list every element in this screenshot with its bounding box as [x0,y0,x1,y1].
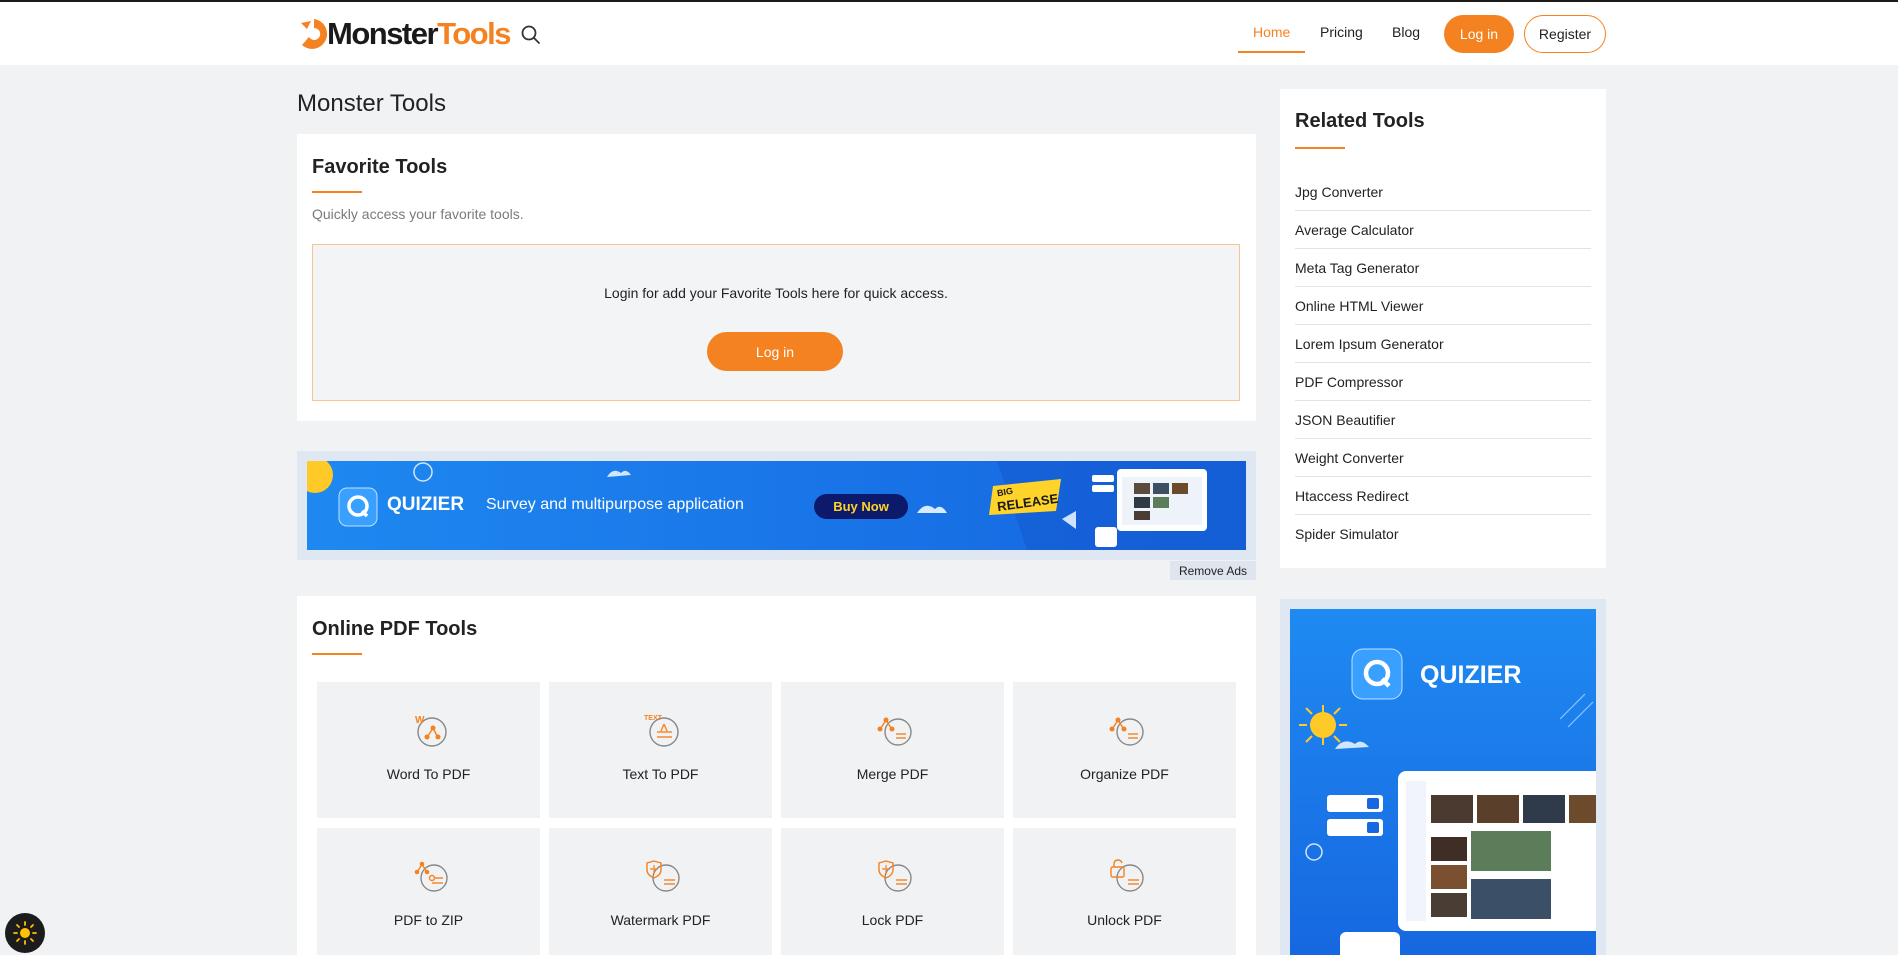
search-icon[interactable] [520,24,542,46]
text-to-pdf-icon: TEXT [644,712,680,748]
tool-label: Merge PDF [856,766,929,782]
tool-label: Text To PDF [622,766,699,782]
nav-home-underline [1238,51,1305,53]
ad-banner-container: QUIZIER Survey and multipurpose applicat… [297,451,1256,560]
tool-tile-watermark-pdf[interactable]: Watermark PDF [549,828,772,955]
logo-text-tools: Tools [437,16,511,51]
favorite-login-button[interactable]: Log in [707,332,843,371]
tool-tile-pdf-to-zip[interactable]: PDF to ZIP [317,828,540,955]
tool-label: Word To PDF [386,766,471,782]
ad-banner[interactable]: QUIZIER Survey and multipurpose applicat… [307,461,1246,550]
pdf-tools-title: Online PDF Tools [312,618,478,640]
organize-pdf-icon [1108,712,1144,748]
related-tool-link[interactable]: Jpg Converter [1295,173,1591,211]
ad-buy-now-button[interactable]: Buy Now [814,499,908,514]
page-title: Monster Tools [297,90,446,117]
tool-tile-merge-pdf[interactable]: Merge PDF [781,682,1004,818]
logo-icon [297,15,331,53]
related-tool-link[interactable]: PDF Compressor [1295,363,1591,401]
related-tool-link[interactable]: Average Calculator [1295,211,1591,249]
nav-pricing[interactable]: Pricing [1320,24,1363,40]
related-tool-link[interactable]: Spider Simulator [1295,515,1591,553]
pdf-to-zip-icon [412,858,448,894]
nav-home[interactable]: Home [1253,24,1290,40]
site-header: MonsterTools Home Pricing Blog Log in Re… [0,2,1898,65]
svg-text:TEXT: TEXT [644,715,663,722]
lock-pdf-icon [876,858,912,894]
word-to-pdf-icon: W [412,712,448,748]
related-tool-link[interactable]: Htaccess Redirect [1295,477,1591,515]
title-underline [1295,147,1345,149]
favorite-tools-empty-box: Login for add your Favorite Tools here f… [312,244,1240,401]
title-underline [312,653,362,655]
favorite-tools-subtitle: Quickly access your favorite tools. [312,206,524,222]
login-button[interactable]: Log in [1444,15,1514,53]
favorite-tools-message: Login for add your Favorite Tools here f… [604,285,948,301]
related-tool-link[interactable]: Lorem Ipsum Generator [1295,325,1591,363]
tool-label: Lock PDF [861,912,924,928]
tool-label: Watermark PDF [610,912,711,928]
tool-tile-text-to-pdf[interactable]: TEXT Text To PDF [549,682,772,818]
related-tools-title: Related Tools [1295,110,1425,132]
title-underline [312,191,362,193]
pdf-tools-card: Online PDF Tools W Word To PDF TEXT Text… [297,596,1256,955]
related-tool-link[interactable]: Online HTML Viewer [1295,287,1591,325]
unlock-pdf-icon [1108,858,1144,894]
related-tool-link[interactable]: JSON Beautifier [1295,401,1591,439]
register-button[interactable]: Register [1524,15,1606,53]
remove-ads-link[interactable]: Remove Ads [1170,561,1256,580]
ad-brand: QUIZIER [387,494,465,515]
svg-text:W: W [415,715,425,726]
tool-tile-unlock-pdf[interactable]: Unlock PDF [1013,828,1236,955]
watermark-pdf-icon [644,858,680,894]
tool-label: PDF to ZIP [393,912,464,928]
tool-label: Unlock PDF [1087,912,1162,928]
side-ad-brand: QUIZIER [1420,661,1522,689]
ad-tagline: Survey and multipurpose application [486,496,744,513]
related-tool-link[interactable]: Meta Tag Generator [1295,249,1591,287]
logo-text-monster: Monster [327,16,439,51]
favorite-tools-title: Favorite Tools [312,156,448,178]
tool-tile-word-to-pdf[interactable]: W Word To PDF [317,682,540,818]
nav-blog[interactable]: Blog [1392,24,1420,40]
theme-toggle-button[interactable] [5,913,45,953]
favorite-tools-card: Favorite Tools Quickly access your favor… [297,134,1256,421]
related-tool-link[interactable]: Weight Converter [1295,439,1591,477]
logo[interactable]: MonsterTools [297,15,511,53]
merge-pdf-icon [876,712,912,748]
tool-label: Organize PDF [1080,766,1169,782]
tool-tile-organize-pdf[interactable]: Organize PDF [1013,682,1236,818]
tool-tile-lock-pdf[interactable]: Lock PDF [781,828,1004,955]
related-tools-panel: Related Tools Jpg Converter Average Calc… [1280,89,1606,568]
sun-icon [13,921,37,945]
side-ad-banner[interactable]: QUIZIER [1290,609,1596,955]
side-ad-container: QUIZIER [1280,599,1606,955]
